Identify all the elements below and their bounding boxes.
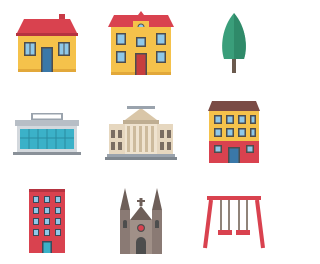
shopping-center-icon bbox=[13, 113, 81, 155]
red-apartment-tower-cell bbox=[0, 176, 94, 264]
church-icon bbox=[120, 188, 162, 254]
church-cell bbox=[94, 176, 188, 264]
townhouse-cell bbox=[94, 0, 188, 88]
tree-icon bbox=[222, 13, 246, 73]
townhouse-icon bbox=[108, 11, 174, 75]
tree-cell bbox=[188, 0, 280, 88]
swing-cell bbox=[188, 176, 280, 264]
shopping-center-cell bbox=[0, 88, 94, 176]
apartment-building-cell bbox=[188, 88, 280, 176]
house-cell bbox=[0, 0, 94, 88]
apartment-building-icon bbox=[208, 101, 260, 163]
red-apartment-tower-icon bbox=[29, 189, 65, 253]
swing-icon bbox=[203, 196, 265, 249]
house-icon bbox=[16, 14, 78, 72]
icon-grid bbox=[0, 0, 280, 264]
museum-cell bbox=[94, 88, 188, 176]
museum-icon bbox=[105, 106, 177, 160]
